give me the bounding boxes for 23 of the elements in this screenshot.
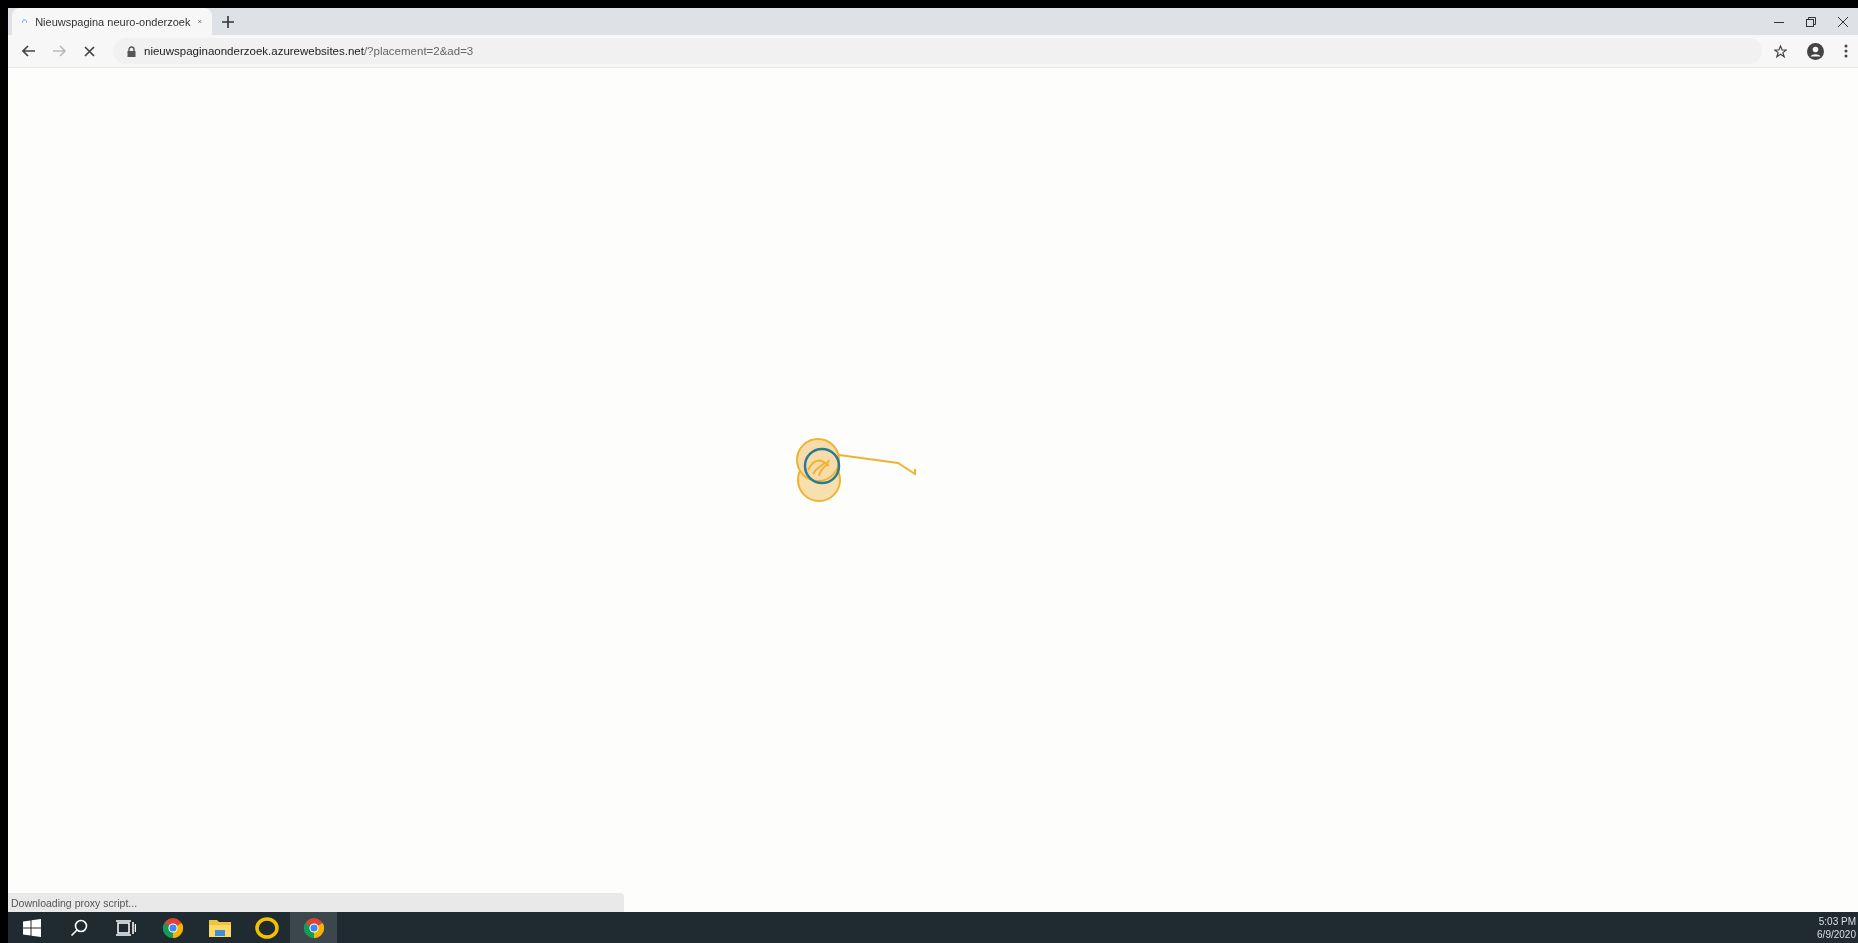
browser-tab[interactable]: Nieuwspagina neuro-onderzoek <box>12 8 212 35</box>
restore-icon[interactable] <box>1806 16 1816 27</box>
clock-date: 6/9/2020 <box>1817 927 1856 941</box>
close-icon[interactable] <box>1838 16 1848 27</box>
clock-time: 5:03 PM <box>1818 914 1856 928</box>
menu-icon[interactable] <box>1844 44 1848 58</box>
windows-logo-icon[interactable] <box>22 918 41 937</box>
status-bubble: Downloading proxy script... <box>8 893 624 912</box>
account-icon[interactable] <box>1807 42 1824 60</box>
task-view-icon[interactable] <box>115 919 136 936</box>
new-tab-icon[interactable] <box>222 15 234 28</box>
chrome-icon[interactable] <box>302 916 325 939</box>
tab-title: Nieuwspagina neuro-onderzoek <box>35 15 191 28</box>
lock-icon <box>127 45 136 57</box>
ring-icon[interactable] <box>254 916 279 939</box>
search-icon[interactable] <box>69 918 88 937</box>
folder-icon[interactable] <box>207 917 232 938</box>
url-text: nieuwspaginaonderzoek.azurewebsites.net/?placement=2&ad=3 <box>144 45 474 57</box>
back-icon[interactable] <box>22 45 35 57</box>
chrome-icon[interactable] <box>161 916 184 939</box>
star-icon[interactable] <box>1774 44 1787 58</box>
address-bar[interactable]: nieuwspaginaonderzoek.azurewebsites.net/?placement=2&ad=3 <box>113 38 1762 64</box>
stop-icon[interactable] <box>84 45 95 57</box>
